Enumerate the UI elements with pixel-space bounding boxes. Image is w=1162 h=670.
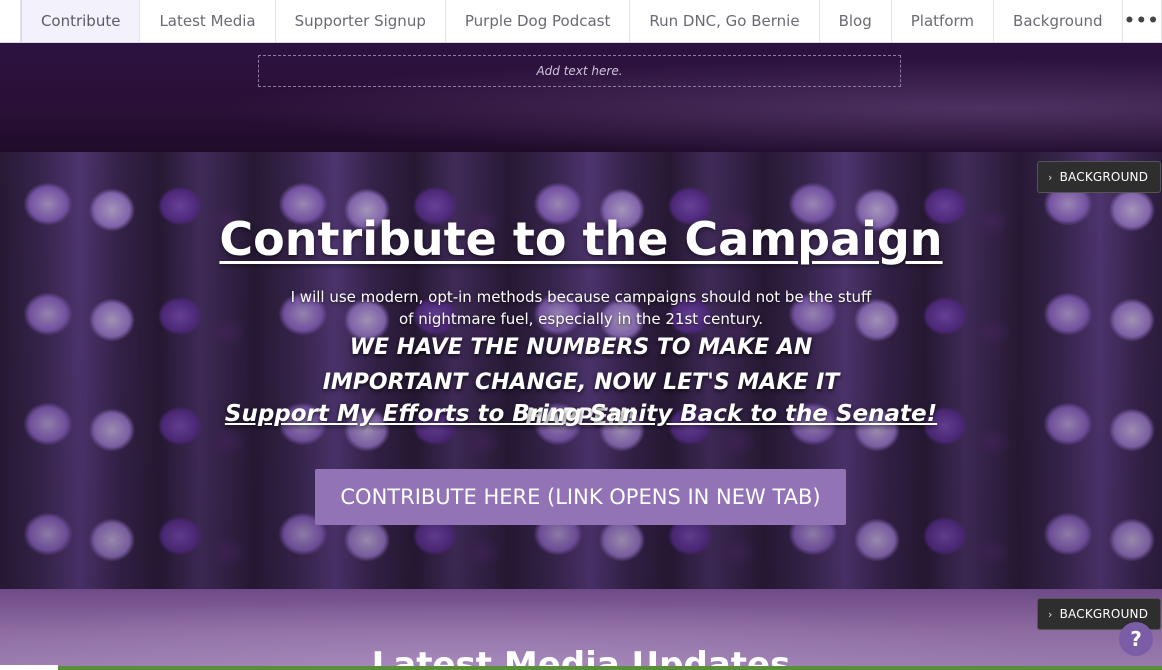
chevron-right-icon: › (1048, 170, 1053, 184)
nav-item-run-dnc[interactable]: Run DNC, Go Bernie (630, 0, 820, 42)
latest-media-section: Latest Media Updates (0, 589, 1162, 670)
bottom-background-button-label: BACKGROUND (1059, 607, 1149, 621)
top-section: Add text here. (0, 43, 1162, 152)
nav-left-spacer (0, 0, 21, 42)
bottom-left-strip (0, 665, 58, 670)
nav-item-purple-dog-podcast[interactable]: Purple Dog Podcast (446, 0, 631, 42)
help-button[interactable]: ? (1119, 622, 1153, 656)
contribute-button[interactable]: CONTRIBUTE HERE (LINK OPENS IN NEW TAB) (315, 469, 846, 525)
contribute-content: Contribute to the Campaign I will use mo… (0, 152, 1162, 589)
nav-item-blog[interactable]: Blog (820, 0, 892, 42)
nav-item-contribute[interactable]: Contribute (20, 0, 141, 42)
nav-item-background[interactable]: Background (994, 0, 1123, 42)
nav-more-button[interactable]: ••• (1123, 0, 1162, 42)
hero-background-button-label: BACKGROUND (1059, 170, 1149, 184)
support-link[interactable]: Support My Efforts to Bring Sanity Back … (0, 401, 1162, 427)
add-text-placeholder[interactable]: Add text here. (258, 55, 901, 87)
hero-background-button[interactable]: › BACKGROUND (1037, 161, 1162, 193)
nav-item-platform[interactable]: Platform (892, 0, 995, 42)
nav-item-latest-media[interactable]: Latest Media (140, 0, 276, 42)
page-title: Contribute to the Campaign (219, 212, 943, 266)
hero-subtitle: I will use modern, opt-in methods becaus… (290, 288, 872, 328)
top-navigation: Contribute Latest Media Supporter Signup… (0, 0, 1162, 43)
nav-item-supporter-signup[interactable]: Supporter Signup (276, 0, 446, 42)
chevron-right-icon: › (1048, 607, 1053, 621)
contribute-section: Contribute to the Campaign I will use mo… (0, 152, 1162, 589)
bottom-progress-line (58, 666, 1162, 670)
